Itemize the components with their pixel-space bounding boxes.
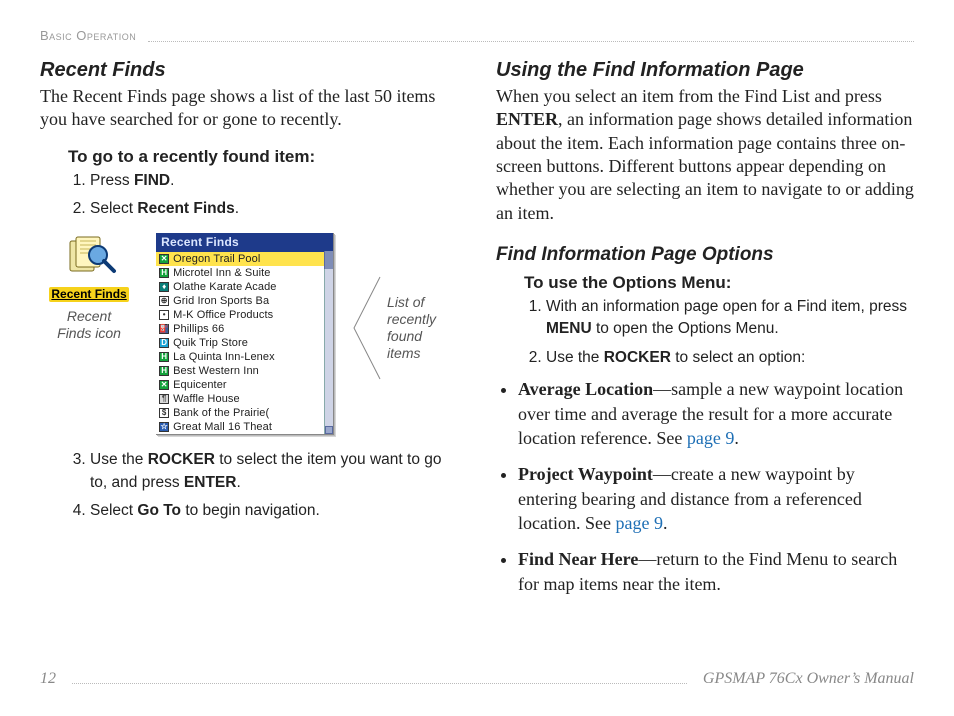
category-icon: H bbox=[159, 352, 169, 362]
list-item-label: M-K Office Products bbox=[173, 308, 273, 322]
intro-paragraph: The Recent Finds page shows a list of th… bbox=[40, 85, 458, 132]
list-item-label: Phillips 66 bbox=[173, 322, 224, 336]
figure: Recent Finds Recent Finds icon Recent Fi… bbox=[40, 233, 458, 436]
task-block: To use the Options Menu: With an informa… bbox=[524, 272, 914, 370]
category-icon: ✕ bbox=[159, 380, 169, 390]
category-icon: ⊕ bbox=[159, 296, 169, 306]
task-block: To go to a recently found item: Press FI… bbox=[68, 146, 458, 221]
callout: List of recently found items bbox=[350, 273, 458, 383]
list-item: ☆ Great Mall 16 Theat bbox=[156, 420, 333, 434]
list-item-label: Equicenter bbox=[173, 378, 227, 392]
window-title: Recent Finds bbox=[156, 233, 333, 253]
step: Select Recent Finds. bbox=[90, 198, 458, 220]
footer: 12 GPSMAP 76Cx Owner’s Manual bbox=[40, 669, 914, 690]
running-header: Basic Operation bbox=[40, 28, 914, 45]
step: Select Go To to begin navigation. bbox=[90, 500, 458, 522]
left-column: Recent Finds The Recent Finds page shows… bbox=[40, 57, 458, 608]
steps-list: With an information page open for a Find… bbox=[524, 296, 914, 369]
page-link[interactable]: page 9 bbox=[687, 428, 734, 448]
category-icon: ¶ bbox=[159, 394, 169, 404]
step: Use the ROCKER to select the item you wa… bbox=[90, 449, 458, 494]
recent-finds-window: Recent Finds ✕ Oregon Trail Pool H Microtel… bbox=[156, 233, 334, 436]
list-item: ⛽ Phillips 66 bbox=[156, 322, 333, 336]
list-item-label: Olathe Karate Acade bbox=[173, 280, 276, 294]
two-column-layout: Recent Finds The Recent Finds page shows… bbox=[40, 57, 914, 608]
category-icon: ✕ bbox=[159, 254, 169, 264]
list-item: H Microtel Inn & Suite bbox=[156, 266, 333, 280]
bullet: Project Waypoint—create a new waypoint b… bbox=[518, 462, 914, 535]
category-icon: $ bbox=[159, 408, 169, 418]
header-rule bbox=[148, 41, 914, 42]
bullet-list: Average Location—sample a new waypoint l… bbox=[496, 377, 914, 595]
category-icon: ☆ bbox=[159, 422, 169, 432]
step: Press FIND. bbox=[90, 170, 458, 192]
list-item-label: Waffle House bbox=[173, 392, 240, 406]
heading-using-find-info: Using the Find Information Page bbox=[496, 57, 914, 83]
category-icon: H bbox=[159, 366, 169, 376]
scroll-down-icon bbox=[325, 426, 333, 434]
heading-recent-finds: Recent Finds bbox=[40, 57, 458, 83]
page-number: 12 bbox=[40, 669, 56, 690]
page-link[interactable]: page 9 bbox=[615, 513, 662, 533]
heading-options: Find Information Page Options bbox=[496, 243, 914, 268]
list-item: $ Bank of the Prairie( bbox=[156, 406, 333, 420]
recent-finds-list: ✕Oregon Trail PoolHMicrotel Inn & Suite♦… bbox=[156, 252, 333, 434]
right-column: Using the Find Information Page When you… bbox=[496, 57, 914, 608]
category-icon: H bbox=[159, 268, 169, 278]
icon-caption: Recent Finds icon bbox=[40, 308, 138, 342]
scrollbar bbox=[324, 251, 333, 435]
icon-label: Recent Finds bbox=[49, 287, 128, 303]
callout-text: List of recently found items bbox=[387, 294, 458, 361]
task-title: To use the Options Menu: bbox=[524, 272, 914, 294]
list-item: H Best Western Inn bbox=[156, 364, 333, 378]
steps-list-b: Use the ROCKER to select the item you wa… bbox=[68, 449, 458, 522]
list-item-label: Bank of the Prairie( bbox=[173, 406, 269, 420]
list-item-label: Quik Trip Store bbox=[173, 336, 248, 350]
list-item-label: Oregon Trail Pool bbox=[173, 252, 260, 266]
category-icon: ♦ bbox=[159, 282, 169, 292]
recent-finds-icon bbox=[58, 233, 120, 281]
list-item: ✕ Equicenter bbox=[156, 378, 333, 392]
list-item-label: La Quinta Inn-Lenex bbox=[173, 350, 275, 364]
list-item: H La Quinta Inn-Lenex bbox=[156, 350, 333, 364]
scroll-thumb bbox=[324, 251, 333, 269]
category-icon: ⛽ bbox=[159, 324, 169, 334]
steps-list-a: Press FIND. Select Recent Finds. bbox=[68, 170, 458, 221]
paragraph: When you select an item from the Find Li… bbox=[496, 85, 914, 225]
callout-bracket-icon bbox=[350, 273, 383, 383]
bullet: Find Near Here—return to the Find Menu t… bbox=[518, 547, 914, 596]
icon-column: Recent Finds Recent Finds icon bbox=[40, 233, 138, 342]
list-item: ⊕ Grid Iron Sports Ba bbox=[156, 294, 333, 308]
list-item: M-K Office Products bbox=[156, 308, 333, 322]
list-item-label: Microtel Inn & Suite bbox=[173, 266, 270, 280]
list-item: ¶ Waffle House bbox=[156, 392, 333, 406]
list-item-label: Grid Iron Sports Ba bbox=[173, 294, 269, 308]
step: With an information page open for a Find… bbox=[546, 296, 914, 341]
list-item: ♦ Olathe Karate Acade bbox=[156, 280, 333, 294]
list-item: D Quik Trip Store bbox=[156, 336, 333, 350]
list-item-label: Best Western Inn bbox=[173, 364, 259, 378]
section-label: Basic Operation bbox=[40, 28, 136, 45]
task-block-cont: Use the ROCKER to select the item you wa… bbox=[68, 449, 458, 522]
manual-title: GPSMAP 76Cx Owner’s Manual bbox=[703, 669, 914, 690]
list-item: ✕ Oregon Trail Pool bbox=[156, 252, 333, 266]
category-icon: D bbox=[159, 338, 169, 348]
step: Use the ROCKER to select an option: bbox=[546, 347, 914, 369]
list-item-label: Great Mall 16 Theat bbox=[173, 420, 272, 434]
category-icon bbox=[159, 310, 169, 320]
task-title: To go to a recently found item: bbox=[68, 146, 458, 168]
bullet: Average Location—sample a new waypoint l… bbox=[518, 377, 914, 450]
footer-rule bbox=[72, 683, 687, 684]
